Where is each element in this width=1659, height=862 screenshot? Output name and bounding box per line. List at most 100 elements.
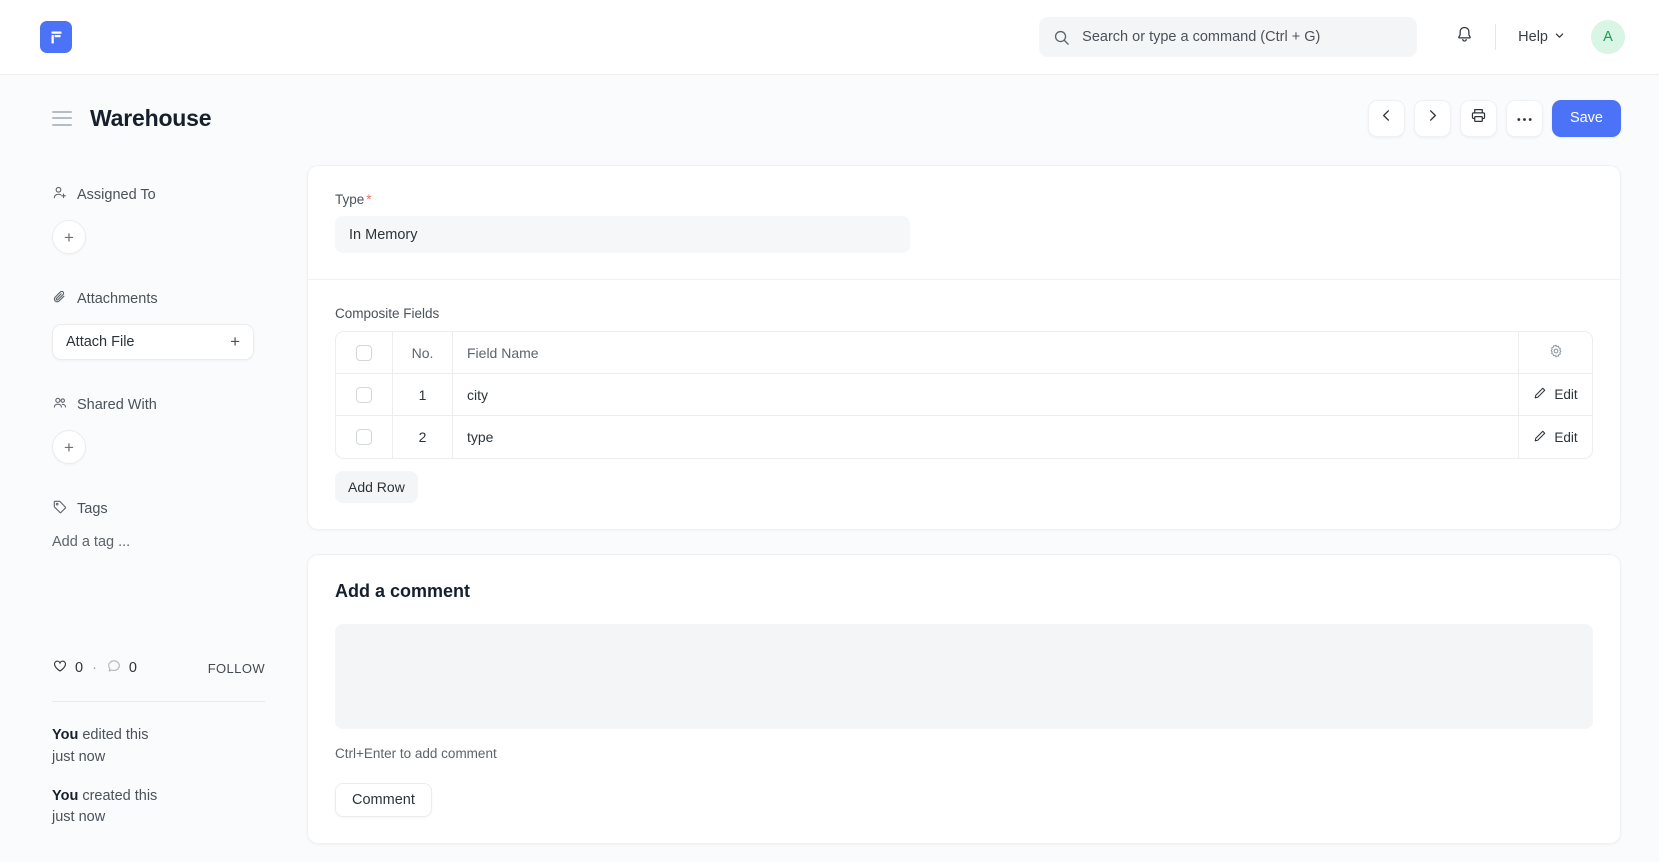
row-field-name[interactable]: city: [453, 374, 1518, 415]
activity-action: created this: [78, 787, 158, 804]
sidebar-section-attachments: Attachments Attach File +: [52, 289, 287, 360]
avatar[interactable]: A: [1591, 20, 1625, 54]
notifications-button[interactable]: [1445, 18, 1483, 56]
table-row[interactable]: 2 type Edit: [336, 416, 1592, 458]
table-row[interactable]: 1 city Edit: [336, 374, 1592, 416]
prev-document-button[interactable]: [1367, 99, 1405, 137]
like-button[interactable]: 0: [52, 658, 83, 678]
next-document-button[interactable]: [1413, 99, 1451, 137]
plus-icon: +: [230, 332, 240, 351]
pencil-icon: [1533, 429, 1547, 446]
add-tag-input[interactable]: Add a tag ...: [52, 534, 287, 550]
page-header-actions: Save: [1367, 99, 1621, 137]
row-edit-button[interactable]: Edit: [1518, 416, 1592, 458]
row-select-cell[interactable]: [336, 374, 393, 415]
page-title: Warehouse: [90, 104, 212, 131]
sidebar-section-shared-with: Shared With +: [52, 395, 287, 464]
shared-with-header: Shared With: [52, 395, 287, 415]
main-content: Type* Composite Fields No. Field Name: [307, 153, 1621, 862]
submit-comment-button[interactable]: Comment: [335, 783, 432, 817]
attachments-label: Attachments: [77, 291, 158, 307]
add-assignment-button[interactable]: +: [52, 220, 86, 254]
search-box[interactable]: [1039, 17, 1418, 57]
hamburger-menu-icon[interactable]: [52, 110, 72, 126]
select-all-cell[interactable]: [336, 332, 393, 373]
row-field-name[interactable]: type: [453, 416, 1518, 458]
row-checkbox[interactable]: [356, 386, 372, 403]
comment-textarea[interactable]: [335, 624, 1593, 729]
paperclip-icon: [52, 289, 68, 309]
sidebar-section-tags: Tags Add a tag ...: [52, 499, 287, 550]
row-checkbox[interactable]: [356, 429, 372, 445]
comment-title: Add a comment: [335, 581, 471, 601]
frappe-logo-icon[interactable]: [40, 21, 72, 53]
page-layout: Assigned To + Attachments Attach File + …: [0, 153, 1659, 862]
user-plus-icon: [52, 185, 68, 205]
activity-item: You edited this just now: [52, 725, 287, 769]
bell-icon: [1455, 25, 1474, 49]
chevron-down-icon: [1554, 29, 1565, 45]
attach-file-label: Attach File: [66, 334, 135, 350]
assigned-to-header: Assigned To: [52, 185, 287, 205]
row-select-cell[interactable]: [336, 416, 393, 458]
plus-icon: +: [64, 227, 74, 247]
assigned-to-label: Assigned To: [77, 187, 156, 203]
activity-item: You created this just now: [52, 786, 287, 830]
ellipsis-icon: [1516, 109, 1533, 127]
comment-section: Add a comment Ctrl+Enter to add comment …: [308, 555, 1620, 843]
comment-card: Add a comment Ctrl+Enter to add comment …: [307, 554, 1621, 844]
select-all-checkbox[interactable]: [356, 344, 372, 361]
social-stats-row: 0 · 0 FOLLOW: [52, 658, 287, 678]
tags-label: Tags: [77, 501, 108, 517]
grid-settings-button[interactable]: [1518, 332, 1592, 373]
activity-actor: You: [52, 787, 79, 804]
composite-fields-grid: No. Field Name 1 city Edit 2 type Edit: [335, 331, 1593, 459]
attachments-header: Attachments: [52, 289, 287, 309]
grid-header-row: No. Field Name: [336, 332, 1592, 374]
activity-action: edited this: [78, 727, 149, 743]
page-body: Warehouse Save Assigned To + Attachments…: [0, 75, 1659, 862]
sidebar-section-assigned-to: Assigned To +: [52, 185, 287, 254]
add-share-button[interactable]: +: [52, 430, 86, 464]
composite-fields-section: Composite Fields No. Field Name 1 city E…: [308, 280, 1620, 529]
type-label-text: Type: [335, 192, 365, 207]
add-row-button[interactable]: Add Row: [335, 471, 418, 503]
activity-time: just now: [52, 809, 106, 826]
top-navbar: Help A: [0, 0, 1659, 75]
avatar-initial: A: [1603, 29, 1613, 45]
activity-time: just now: [52, 748, 106, 765]
row-edit-label: Edit: [1554, 429, 1578, 445]
more-actions-button[interactable]: [1505, 99, 1543, 137]
comment-count: 0: [128, 660, 137, 676]
activity-actor: You: [52, 727, 79, 743]
row-edit-button[interactable]: Edit: [1518, 374, 1592, 415]
plus-icon: +: [64, 437, 74, 457]
row-edit-label: Edit: [1554, 387, 1578, 402]
attach-file-button[interactable]: Attach File +: [52, 324, 254, 360]
column-header-field-name: Field Name: [467, 344, 539, 361]
comment-count-button[interactable]: 0: [106, 658, 137, 678]
gear-icon: [1548, 343, 1564, 362]
type-section: Type *: [308, 166, 1620, 279]
row-number: 2: [393, 416, 453, 458]
form-card: Type* Composite Fields No. Field Name: [307, 165, 1621, 530]
type-input[interactable]: [335, 216, 910, 253]
row-number: 1: [393, 374, 453, 415]
sidebar: Assigned To + Attachments Attach File + …: [52, 153, 307, 862]
navbar-right-group: Help A: [1039, 17, 1625, 57]
shared-with-label: Shared With: [77, 397, 157, 413]
sidebar-divider: [52, 701, 265, 702]
stats-separator: ·: [92, 660, 97, 676]
help-menu-button[interactable]: Help: [1514, 23, 1569, 51]
navbar-divider: [1495, 24, 1497, 50]
tag-icon: [52, 499, 68, 519]
like-count: 0: [75, 660, 84, 676]
composite-fields-label: Composite Fields: [335, 306, 440, 321]
comment-hint: Ctrl+Enter to add comment: [335, 746, 497, 761]
follow-button[interactable]: FOLLOW: [208, 661, 265, 676]
users-icon: [52, 395, 68, 415]
print-button[interactable]: [1459, 99, 1497, 137]
search-input[interactable]: [1082, 29, 1404, 45]
save-button[interactable]: Save: [1551, 99, 1621, 137]
pencil-icon: [1533, 386, 1547, 403]
